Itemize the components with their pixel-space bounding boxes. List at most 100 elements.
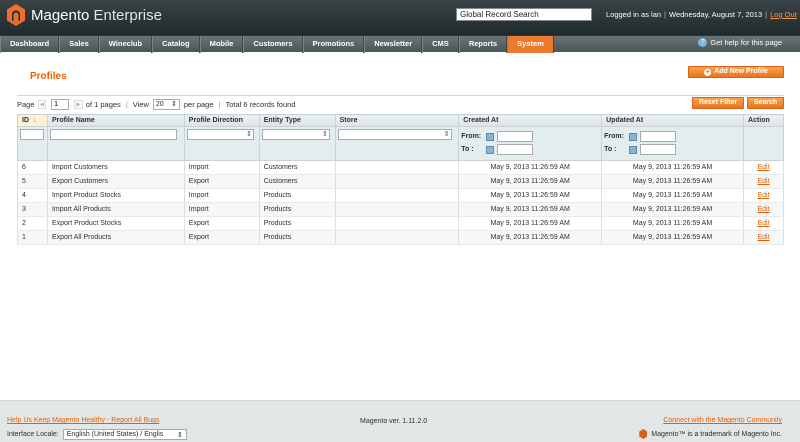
nav-item-mobile[interactable]: Mobile (199, 36, 244, 53)
cell-name: Import All Products (46, 202, 185, 217)
cell-direction: Import (183, 160, 260, 175)
per-page-select[interactable]: 20 ⇕ (152, 98, 180, 110)
select-arrows-icon: ⇕ (176, 431, 183, 439)
cell-name: Export Customers (46, 174, 185, 189)
page-number-input[interactable] (51, 98, 70, 110)
cell-store (334, 230, 460, 245)
table-row[interactable]: 2 Export Product Stocks Export Products May … (17, 216, 785, 231)
locale-select[interactable]: English (United States) / Englis ⇕ (62, 429, 187, 440)
calendar-icon[interactable] (629, 145, 638, 154)
col-header-profile-direction[interactable]: Profile Direction (183, 114, 260, 127)
cell-store (334, 160, 460, 175)
cell-name: Export All Products (46, 230, 185, 245)
magento-logo[interactable]: Magento Enterprise (7, 4, 162, 26)
cell-name: Import Product Stocks (46, 188, 185, 203)
header-row: ID ↓ Profile Name Profile Direction Entit… (17, 114, 785, 127)
current-date: Wednesday, August 7, 2013 (669, 10, 763, 19)
col-header-id[interactable]: ID ↓ (17, 114, 48, 127)
calendar-icon[interactable] (629, 132, 638, 141)
nav-item-sales[interactable]: Sales (59, 36, 99, 53)
created-from-input[interactable] (497, 131, 534, 142)
filter-entity-select[interactable] (261, 129, 330, 140)
edit-link[interactable]: Edit (757, 206, 769, 213)
edit-link[interactable]: Edit (757, 234, 769, 241)
edit-link[interactable]: Edit (757, 192, 769, 199)
nav-item-catalog[interactable]: Catalog (152, 36, 200, 53)
table-row[interactable]: 6 Import Customers Import Customers May 9, 2… (17, 160, 785, 175)
col-header-entity-type[interactable]: Entity Type (258, 114, 336, 127)
updated-from-input[interactable] (640, 131, 677, 142)
top-header: Magento Enterprise Logged in as lan|Wedn… (0, 0, 800, 35)
nav-item-reports[interactable]: Reports (458, 36, 508, 53)
table-row[interactable]: 1 Export All Products Export Products May 9,… (17, 230, 785, 245)
calendar-icon[interactable] (486, 145, 495, 154)
nav-item-customers[interactable]: Customers (243, 36, 303, 53)
calendar-icon[interactable] (486, 132, 495, 141)
cell-id: 5 (17, 174, 48, 189)
cell-created: May 9, 2013 11:26:59 AM (458, 216, 603, 231)
cell-id: 6 (17, 160, 48, 175)
reset-filter-button[interactable]: Reset Filter (692, 97, 744, 109)
report-bugs-link[interactable]: Help Us Keep Magento Healthy - Report Al… (7, 417, 160, 424)
select-arrows-icon: ⇕ (171, 101, 177, 108)
cell-created: May 9, 2013 11:26:59 AM (458, 202, 603, 217)
cell-entity: Customers (258, 160, 336, 175)
search-button[interactable]: Search (747, 97, 784, 109)
filter-store-select[interactable] (337, 129, 452, 140)
cell-entity: Products (258, 202, 336, 217)
next-page-icon[interactable]: ▶ (74, 99, 83, 109)
prev-page-icon[interactable]: ◀ (37, 99, 47, 109)
logout-link[interactable]: Log Out (770, 10, 797, 19)
col-header-created-at[interactable]: Created At (458, 114, 603, 127)
cell-created: May 9, 2013 11:26:59 AM (458, 230, 603, 245)
edit-link[interactable]: Edit (757, 178, 769, 185)
cell-name: Export Product Stocks (46, 216, 185, 231)
cell-updated: May 9, 2013 11:26:59 AM (601, 160, 744, 175)
nav-item-cms[interactable]: CMS (422, 36, 459, 53)
table-row[interactable]: 3 Import All Products Import Products May 9,… (17, 202, 785, 217)
filter-direction-select[interactable] (186, 129, 254, 140)
logo-text: Magento Enterprise (31, 6, 162, 24)
cell-created: May 9, 2013 11:26:59 AM (458, 188, 603, 203)
updated-to-input[interactable] (640, 144, 677, 155)
cell-updated: May 9, 2013 11:26:59 AM (601, 230, 744, 245)
edit-link[interactable]: Edit (757, 164, 769, 171)
global-search-input[interactable] (456, 8, 592, 21)
nav-item-system[interactable]: System (507, 36, 554, 53)
main-content: Profiles +Add New Profile Page ◀ ▶ of 1 … (17, 60, 785, 245)
main-nav: Dashboard Sales Wineclub Catalog Mobile Custo… (0, 35, 800, 53)
cell-id: 3 (17, 202, 48, 217)
nav-item-newsletter[interactable]: Newsletter (364, 36, 423, 53)
logged-in-text: Logged in as lan (606, 10, 662, 19)
nav-item-promotions[interactable]: Promotions (302, 36, 365, 53)
filter-name-input[interactable] (49, 129, 177, 140)
community-link[interactable]: Connect with the Magento Community (663, 417, 782, 424)
nav-item-wineclub[interactable]: Wineclub (98, 36, 153, 53)
cell-updated: May 9, 2013 11:26:59 AM (601, 188, 744, 203)
cell-id: 1 (17, 230, 48, 245)
magento-logo-icon (7, 4, 25, 26)
help-link[interactable]: ? Get help for this page (698, 38, 782, 47)
cell-entity: Products (258, 230, 336, 245)
profiles-grid: ID ↓ Profile Name Profile Direction Entit… (17, 114, 785, 245)
total-records: Total 6 records found (225, 99, 296, 109)
user-info: Logged in as lan | Wednesday, August 7, 20… (606, 10, 797, 19)
col-header-profile-name[interactable]: Profile Name (46, 114, 185, 127)
col-header-store[interactable]: Store (334, 114, 460, 127)
footer: Help Us Keep Magento Healthy - Report Al… (0, 400, 800, 442)
filter-id-input[interactable] (20, 129, 44, 140)
cell-created: May 9, 2013 11:26:59 AM (458, 174, 603, 189)
cell-store (334, 188, 460, 203)
cell-store (334, 216, 460, 231)
add-new-profile-button[interactable]: + Add New Profile (688, 66, 784, 78)
created-to-input[interactable] (497, 144, 534, 155)
table-row[interactable]: 4 Import Product Stocks Import Products May … (17, 188, 785, 203)
cell-store (334, 174, 460, 189)
nav-item-dashboard[interactable]: Dashboard (0, 36, 60, 53)
col-header-updated-at[interactable]: Updated At (601, 114, 744, 127)
version-text: Magento ver. 1.11.2.0 (360, 418, 428, 425)
table-row[interactable]: 5 Export Customers Export Customers May 9, 2… (17, 174, 785, 189)
cell-name: Import Customers (46, 160, 185, 175)
cell-created: May 9, 2013 11:26:59 AM (458, 160, 603, 175)
edit-link[interactable]: Edit (757, 220, 769, 227)
